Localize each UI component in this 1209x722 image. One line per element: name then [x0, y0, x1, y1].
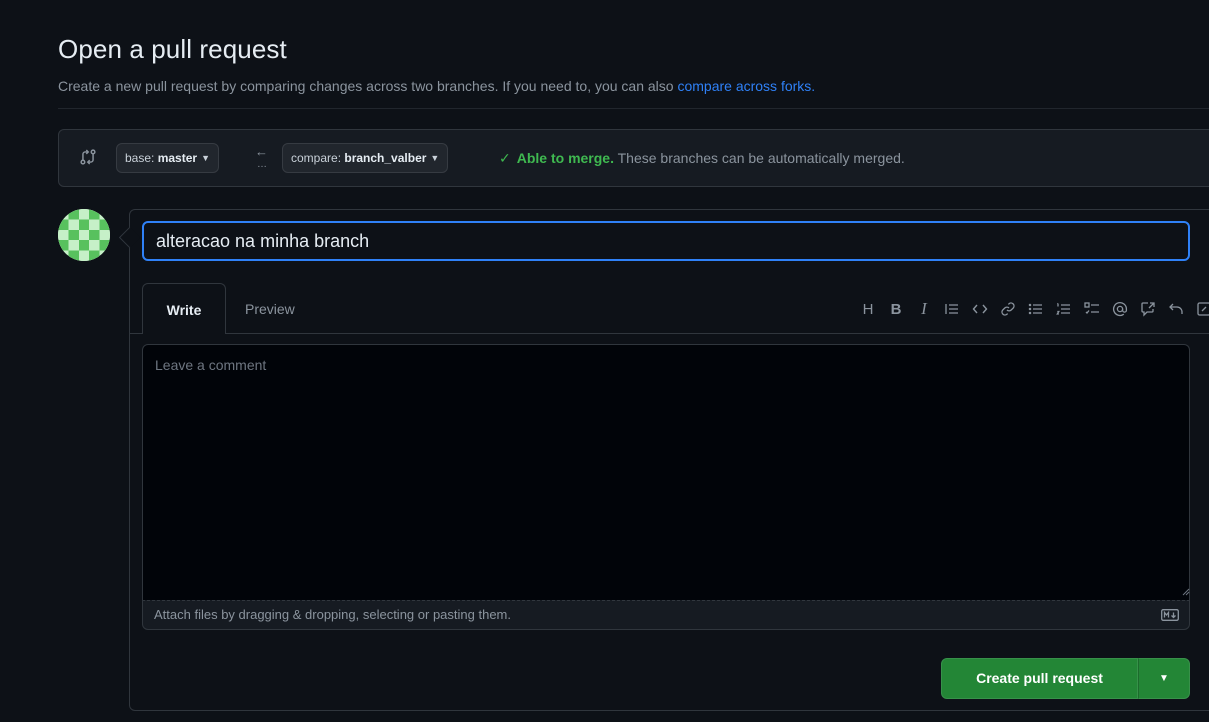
file-attachment-bar[interactable]: Attach files by dragging & dropping, sel…	[142, 600, 1190, 630]
markdown-icon[interactable]	[1161, 609, 1179, 621]
reference-icon	[1141, 302, 1155, 317]
unordered-list-button[interactable]	[1024, 298, 1048, 320]
subtitle-text: Create a new pull request by comparing c…	[58, 78, 674, 94]
chevron-down-icon: ▼	[201, 153, 210, 163]
heading-button[interactable]: H	[856, 298, 880, 320]
compare-across-forks-link[interactable]: compare across forks.	[677, 78, 815, 94]
mention-icon	[1112, 302, 1128, 317]
markdown-toolbar: H B I	[852, 298, 1209, 320]
create-pull-request-button[interactable]: Create pull request	[941, 658, 1138, 699]
code-icon	[972, 304, 988, 314]
ellipsis-icon: …	[257, 159, 267, 170]
link-icon	[1001, 302, 1015, 316]
header-divider	[58, 108, 1209, 109]
base-branch-name: master	[157, 151, 198, 165]
check-icon: ✓	[499, 150, 511, 166]
base-branch-selector[interactable]: base: master ▼	[116, 143, 219, 173]
attach-text: Attach files by dragging & dropping, sel…	[154, 607, 511, 622]
ordered-list-button[interactable]	[1052, 298, 1076, 320]
pull-request-form: Write Preview H B I	[129, 209, 1209, 711]
chevron-down-icon: ▼	[1159, 673, 1169, 684]
code-button[interactable]	[968, 298, 992, 320]
tab-write[interactable]: Write	[142, 283, 226, 334]
link-button[interactable]	[996, 298, 1020, 320]
create-options-dropdown[interactable]: ▼	[1138, 658, 1190, 699]
merge-status-bold: Able to merge.	[516, 150, 614, 166]
bold-button[interactable]: B	[884, 298, 908, 320]
pr-title-input[interactable]	[142, 221, 1190, 261]
mention-button[interactable]	[1108, 298, 1132, 320]
bold-icon: B	[890, 300, 902, 318]
arrow-left-icon: ←	[255, 144, 268, 159]
reference-button[interactable]	[1136, 298, 1160, 320]
merge-status: ✓ Able to merge. These branches can be au…	[499, 150, 905, 167]
undo-button[interactable]	[1164, 298, 1188, 320]
base-prefix: base:	[125, 151, 155, 165]
compare-branch-name: branch_valber	[344, 151, 427, 165]
task-list-button[interactable]	[1080, 298, 1104, 320]
fullscreen-button[interactable]	[1192, 298, 1209, 320]
unordered-list-icon	[1028, 303, 1042, 315]
git-compare-icon	[80, 149, 96, 165]
branch-compare-bar: base: master ▼ ← … compare: branch_valber…	[58, 129, 1209, 187]
task-list-icon	[1084, 302, 1099, 314]
page-title: Open a pull request	[58, 34, 287, 64]
avatar[interactable]	[58, 209, 110, 261]
fullscreen-icon	[1197, 302, 1209, 316]
chevron-down-icon: ▼	[430, 153, 440, 163]
identicon-icon	[58, 209, 110, 261]
tab-preview[interactable]: Preview	[245, 283, 295, 334]
page-subtitle: Create a new pull request by comparing c…	[58, 78, 815, 94]
undo-icon	[1169, 303, 1183, 314]
heading-icon: H	[862, 300, 874, 318]
compare-prefix: compare:	[291, 151, 342, 165]
comment-textarea[interactable]	[142, 344, 1190, 600]
italic-icon: I	[921, 299, 927, 318]
merge-status-text: These branches can be automatically merg…	[617, 150, 905, 166]
quote-icon	[945, 304, 958, 314]
compare-branch-selector[interactable]: compare: branch_valber ▼	[282, 143, 449, 173]
resize-handle-icon[interactable]	[1180, 586, 1190, 596]
quote-button[interactable]	[940, 298, 964, 320]
ordered-list-icon	[1056, 302, 1070, 315]
italic-button[interactable]: I	[912, 298, 936, 320]
